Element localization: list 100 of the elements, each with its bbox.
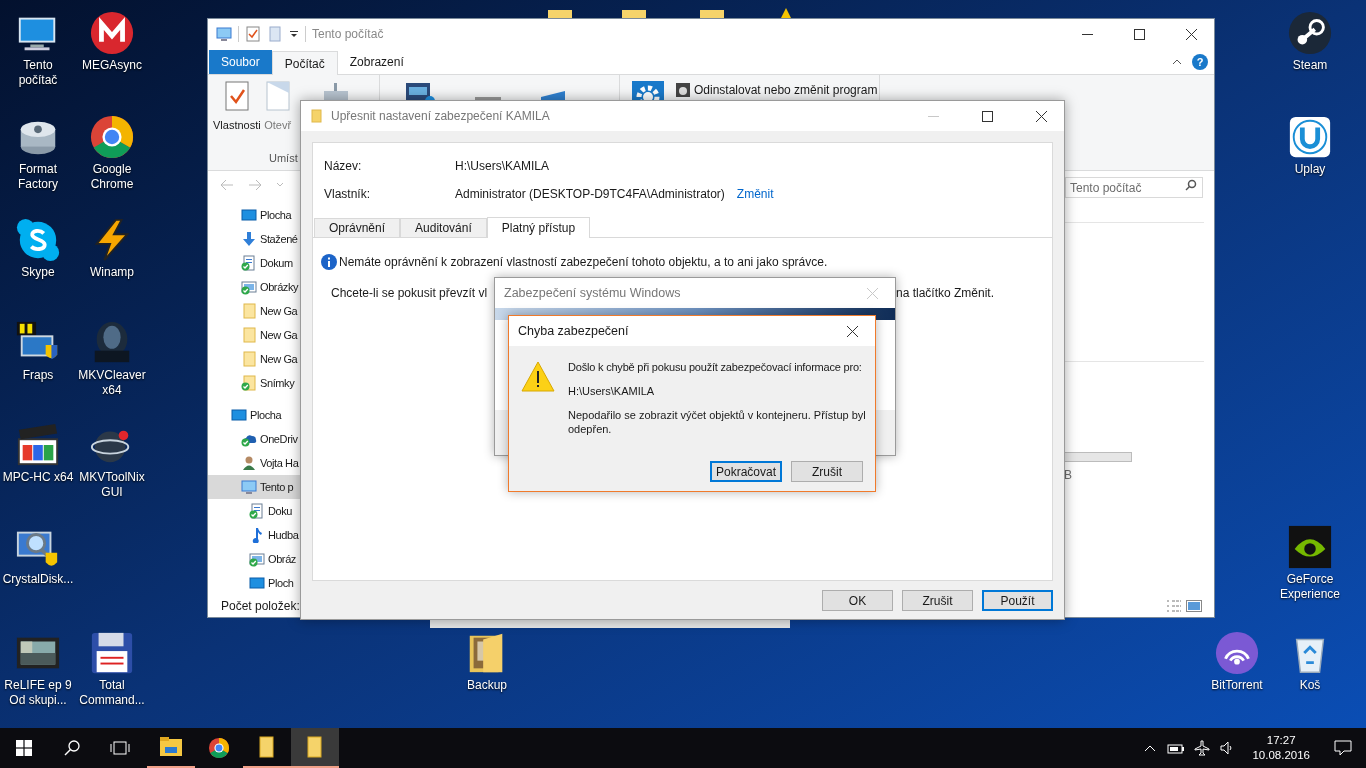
tab[interactable]: Platný přístup: [486, 217, 591, 238]
ribbon-tab[interactable]: Zobrazení: [337, 50, 416, 74]
nav-item[interactable]: New Ga: [208, 323, 301, 347]
folder-icon: [307, 736, 323, 758]
desktop-shortcut[interactable]: Skype: [0, 215, 76, 280]
monitor-icon: [216, 26, 232, 42]
nav-item[interactable]: New Ga: [208, 299, 301, 323]
nav-label: Vojta Ha: [260, 455, 299, 471]
ribbon-group-label: Umíst: [269, 150, 298, 166]
dialog-button[interactable]: Zrušit: [791, 461, 863, 482]
dialog-button[interactable]: Zrušit: [902, 590, 973, 611]
browser-logo-icon: [89, 114, 135, 160]
desktop-shortcut[interactable]: MKVCleaver x64: [74, 318, 150, 398]
change-link[interactable]: Změnit: [736, 185, 774, 203]
nav-label: Tento p: [260, 479, 294, 495]
dialog-button[interactable]: Pokračovat: [710, 461, 782, 482]
cloud-logo-icon: [15, 217, 61, 263]
help-button[interactable]: ?: [1192, 54, 1208, 70]
taskbar-app-button[interactable]: [291, 728, 339, 768]
search-field[interactable]: Tento počítač: [1065, 177, 1203, 198]
ribbon-tab[interactable]: Počítač: [271, 51, 338, 75]
clock[interactable]: 17:27 10.08.2016: [1246, 733, 1316, 763]
field-label: Název:: [324, 158, 363, 175]
folder-icon: [311, 109, 323, 123]
nav-label: Hudba: [268, 527, 299, 543]
field-value: H:\Users\KAMILA: [455, 158, 550, 175]
nav-item[interactable]: Tento p: [208, 475, 301, 499]
error-path: H:\Users\KAMILA: [568, 384, 656, 398]
collapse-ribbon-icon[interactable]: [1172, 57, 1182, 67]
wave-logo-icon: [1214, 630, 1260, 676]
browser-logo-icon: [208, 737, 230, 759]
maximize-icon: [1133, 28, 1145, 40]
desktop-shortcut[interactable]: MKVToolNix GUI: [74, 420, 150, 500]
task-view-icon: [110, 740, 130, 756]
desktop-shortcut[interactable]: Steam: [1272, 8, 1348, 73]
tab[interactable]: Auditování: [400, 218, 487, 237]
nav-label: Obrázky: [260, 279, 299, 295]
folder-icon: [159, 737, 183, 757]
nav-item[interactable]: Obráz: [208, 547, 301, 571]
nav-item[interactable]: Hudba: [208, 523, 301, 547]
desktop-shortcut[interactable]: GeForce Experience: [1272, 522, 1348, 602]
desktop-shortcut[interactable]: Backup: [449, 628, 525, 693]
nav-label: New Ga: [260, 351, 298, 367]
nav-label: Stažené: [260, 231, 298, 247]
desktop-shortcut[interactable]: Koš: [1272, 628, 1348, 693]
nav-label: Ploch: [268, 575, 294, 591]
status-text: Počet položek:: [221, 598, 300, 615]
desktop-shortcut[interactable]: Winamp: [74, 215, 150, 280]
nav-item[interactable]: Plocha: [208, 403, 301, 427]
nav-item[interactable]: Plocha: [208, 203, 301, 227]
nav-item[interactable]: Snímky: [208, 371, 301, 395]
ribbon-button[interactable]: Vlastnosti: [212, 81, 262, 150]
dialog-button[interactable]: OK: [822, 590, 893, 611]
desktop-shortcut[interactable]: Total Command...: [74, 628, 150, 708]
tab[interactable]: Oprávnění: [314, 218, 401, 237]
nav-item[interactable]: Vojta Ha: [208, 451, 301, 475]
close-icon: [1185, 28, 1197, 40]
nav-item[interactable]: New Ga: [208, 347, 301, 371]
swirl-logo-icon: [1287, 524, 1333, 570]
notifications-icon[interactable]: [1334, 740, 1352, 756]
error-detail: Nepodařilo se zobrazit výčet objektů v kontejneru. Přístup byl odepřen.: [568, 408, 867, 436]
storage-label: B: [1064, 468, 1072, 482]
nav-item[interactable]: Stažené: [208, 227, 301, 251]
tiles-view-icon[interactable]: [1186, 599, 1202, 613]
desktop-shortcut[interactable]: CrystalDisk...: [0, 522, 76, 587]
desktop-shortcut[interactable]: Fraps: [0, 318, 76, 383]
nav-label: OneDriv: [260, 431, 298, 447]
close-icon: [1035, 110, 1047, 122]
file-menu-button[interactable]: Soubor: [209, 50, 272, 74]
dialog-title: Zabezpečení systému Windows: [504, 284, 681, 302]
airplane-icon[interactable]: [1194, 740, 1211, 756]
error-message: Došlo k chybě při pokusu použít zabezpečovací informace pro:: [568, 360, 863, 374]
close-icon: [866, 287, 878, 299]
nav-item[interactable]: OneDriv: [208, 427, 301, 451]
desktop-shortcut[interactable]: BitTorrent: [1199, 628, 1275, 693]
nav-item[interactable]: Ploch: [208, 571, 301, 595]
info-message: Nemáte oprávnění k zobrazení vlastností zabezpečení tohoto objektu, a to ani jako správce.: [339, 254, 828, 271]
caret-up-icon[interactable]: [1144, 744, 1157, 752]
dropdown-icon[interactable]: [289, 29, 299, 39]
nav-item[interactable]: Obrázky: [208, 275, 301, 299]
desktop-shortcut[interactable]: Google Chrome: [74, 112, 150, 192]
nav-item[interactable]: Dokum: [208, 251, 301, 275]
field-label: Vlastník:: [324, 186, 372, 203]
nav-label: New Ga: [260, 303, 298, 319]
piston-logo-icon: [1287, 10, 1333, 56]
battery-icon[interactable]: [1166, 742, 1185, 754]
desktop-shortcut[interactable]: Format Factory: [0, 112, 76, 192]
dialog-button[interactable]: Použít: [982, 590, 1053, 611]
desktop-shortcut[interactable]: MEGAsync: [74, 8, 150, 73]
nav-item[interactable]: Doku: [208, 499, 301, 523]
properties-icon[interactable]: [245, 26, 261, 42]
info-icon: [321, 254, 337, 270]
nav-label: Plocha: [260, 207, 292, 223]
desktop-shortcut[interactable]: Tento počítač: [0, 8, 76, 88]
warning-icon: [521, 360, 555, 392]
desktop-shortcut[interactable]: ReLIFE ep 9 Od skupi...: [0, 628, 76, 708]
close-icon: [846, 325, 858, 337]
open-icon: [263, 81, 292, 111]
desktop-shortcut[interactable]: MPC-HC x64: [0, 420, 76, 485]
desktop-shortcut[interactable]: Uplay: [1272, 112, 1348, 177]
